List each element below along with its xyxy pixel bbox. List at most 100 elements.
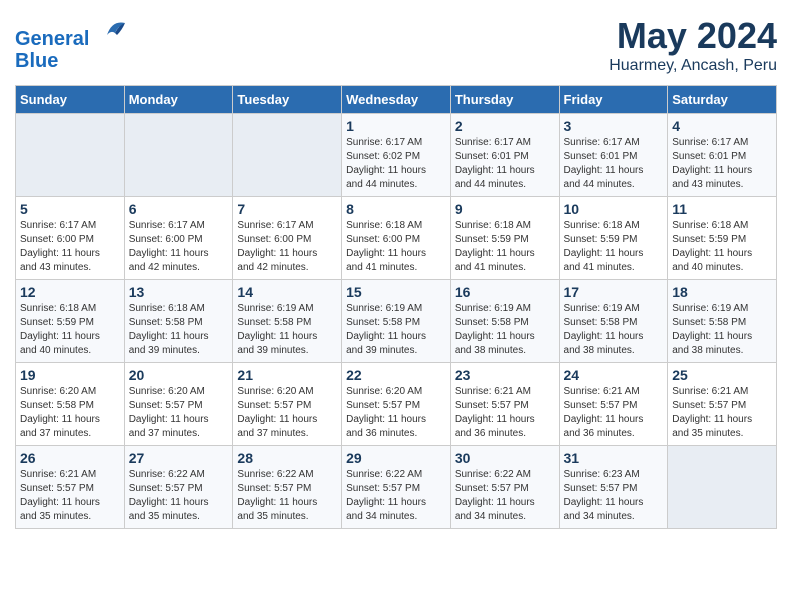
calendar-cell: 18Sunrise: 6:19 AM Sunset: 5:58 PM Dayli… (668, 280, 777, 363)
logo-line1: General (15, 28, 89, 50)
day-number: 9 (455, 201, 555, 217)
calendar-cell: 7Sunrise: 6:17 AM Sunset: 6:00 PM Daylig… (233, 197, 342, 280)
calendar-cell (668, 446, 777, 529)
logo-text: General (15, 15, 127, 50)
calendar-cell: 16 Sunrise: 6:19 AM Sunset: 5:58 PM Dayli… (450, 280, 559, 363)
weekday-header-saturday: Saturday (668, 86, 777, 114)
day-info: Sunrise: 6:17 AM Sunset: 6:00 PM Dayligh… (20, 219, 120, 275)
day-number: 24 (564, 367, 664, 383)
calendar-cell: 3 Sunrise: 6:17 AM Sunset: 6:01 PM Daylig… (559, 114, 668, 197)
day-info: Sunrise: 6:17 AM Sunset: 6:01 PM Dayligh… (455, 136, 555, 192)
calendar-week-5: 26Sunrise: 6:21 AM Sunset: 5:57 PM Dayli… (16, 446, 777, 529)
calendar-cell: 31 Sunrise: 6:23 AM Sunset: 5:57 PM Dayli… (559, 446, 668, 529)
day-info: Sunrise: 6:21 AM Sunset: 5:57 PM Dayligh… (564, 385, 664, 441)
day-number: 8 (346, 201, 446, 217)
calendar-cell: 21Sunrise: 6:20 AM Sunset: 5:57 PM Dayli… (233, 363, 342, 446)
calendar-cell: 8 Sunrise: 6:18 AM Sunset: 6:00 PM Daylig… (342, 197, 451, 280)
day-info: Sunrise: 6:21 AM Sunset: 5:57 PM Dayligh… (455, 385, 555, 441)
day-info: Sunrise: 6:22 AM Sunset: 5:57 PM Dayligh… (346, 468, 446, 524)
weekday-header-monday: Monday (124, 86, 233, 114)
calendar-week-1: 1Sunrise: 6:17 AM Sunset: 6:02 PM Daylig… (16, 114, 777, 197)
calendar-cell: 26Sunrise: 6:21 AM Sunset: 5:57 PM Dayli… (16, 446, 125, 529)
calendar-cell: 6Sunrise: 6:17 AM Sunset: 6:00 PM Daylig… (124, 197, 233, 280)
calendar-cell: 9Sunrise: 6:18 AM Sunset: 5:59 PM Daylig… (450, 197, 559, 280)
day-info: Sunrise: 6:17 AM Sunset: 6:01 PM Dayligh… (672, 136, 772, 192)
weekday-header-thursday: Thursday (450, 86, 559, 114)
calendar-cell: 19 Sunrise: 6:20 AM Sunset: 5:58 PM Dayli… (16, 363, 125, 446)
calendar-cell: 17 Sunrise: 6:19 AM Sunset: 5:58 PM Dayli… (559, 280, 668, 363)
day-info: Sunrise: 6:20 AM Sunset: 5:57 PM Dayligh… (129, 385, 229, 441)
day-info: Sunrise: 6:22 AM Sunset: 5:57 PM Dayligh… (237, 468, 337, 524)
day-info: Sunrise: 6:17 AM Sunset: 6:00 PM Dayligh… (237, 219, 337, 275)
day-number: 3 (564, 118, 664, 134)
day-info: Sunrise: 6:19 AM Sunset: 5:58 PM Dayligh… (564, 302, 664, 358)
day-info: Sunrise: 6:17 AM Sunset: 6:01 PM Dayligh… (564, 136, 664, 192)
day-info: Sunrise: 6:19 AM Sunset: 5:58 PM Dayligh… (346, 302, 446, 358)
calendar-cell: 2 Sunrise: 6:17 AM Sunset: 6:01 PM Daylig… (450, 114, 559, 197)
day-number: 15 (346, 284, 446, 300)
day-info: Sunrise: 6:20 AM Sunset: 5:58 PM Dayligh… (20, 385, 120, 441)
day-info: Sunrise: 6:23 AM Sunset: 5:57 PM Dayligh… (564, 468, 664, 524)
calendar-cell: 30 Sunrise: 6:22 AM Sunset: 5:57 PM Dayli… (450, 446, 559, 529)
calendar-week-3: 12 Sunrise: 6:18 AM Sunset: 5:59 PM Dayli… (16, 280, 777, 363)
day-number: 21 (237, 367, 337, 383)
calendar-cell: 29 Sunrise: 6:22 AM Sunset: 5:57 PM Dayli… (342, 446, 451, 529)
day-info: Sunrise: 6:18 AM Sunset: 5:59 PM Dayligh… (20, 302, 120, 358)
day-number: 20 (129, 367, 229, 383)
calendar-cell: 13Sunrise: 6:18 AM Sunset: 5:58 PM Dayli… (124, 280, 233, 363)
calendar-cell: 24 Sunrise: 6:21 AM Sunset: 5:57 PM Dayli… (559, 363, 668, 446)
day-number: 18 (672, 284, 772, 300)
day-number: 19 (20, 367, 120, 383)
day-number: 28 (237, 450, 337, 466)
calendar-cell: 20 Sunrise: 6:20 AM Sunset: 5:57 PM Dayli… (124, 363, 233, 446)
calendar-cell: 27 Sunrise: 6:22 AM Sunset: 5:57 PM Dayli… (124, 446, 233, 529)
day-number: 31 (564, 450, 664, 466)
day-info: Sunrise: 6:18 AM Sunset: 6:00 PM Dayligh… (346, 219, 446, 275)
day-info: Sunrise: 6:20 AM Sunset: 5:57 PM Dayligh… (346, 385, 446, 441)
weekday-header-sunday: Sunday (16, 86, 125, 114)
day-number: 23 (455, 367, 555, 383)
day-info: Sunrise: 6:18 AM Sunset: 5:59 PM Dayligh… (564, 219, 664, 275)
page-header: General Blue May 2024 Huarmey, Ancash, P… (15, 15, 777, 75)
day-info: Sunrise: 6:21 AM Sunset: 5:57 PM Dayligh… (20, 468, 120, 524)
calendar-cell: 28 Sunrise: 6:22 AM Sunset: 5:57 PM Dayli… (233, 446, 342, 529)
day-info: Sunrise: 6:18 AM Sunset: 5:59 PM Dayligh… (672, 219, 772, 275)
calendar-cell: 4Sunrise: 6:17 AM Sunset: 6:01 PM Daylig… (668, 114, 777, 197)
calendar-cell (124, 114, 233, 197)
subtitle: Huarmey, Ancash, Peru (609, 57, 777, 75)
day-number: 12 (20, 284, 120, 300)
title-block: May 2024 Huarmey, Ancash, Peru (609, 15, 777, 75)
day-info: Sunrise: 6:19 AM Sunset: 5:58 PM Dayligh… (237, 302, 337, 358)
day-number: 2 (455, 118, 555, 134)
day-number: 30 (455, 450, 555, 466)
calendar-week-2: 5 Sunrise: 6:17 AM Sunset: 6:00 PM Daylig… (16, 197, 777, 280)
logo-bird-icon (97, 15, 127, 45)
logo-line2: Blue (15, 50, 127, 72)
calendar-cell (233, 114, 342, 197)
calendar-cell: 15 Sunrise: 6:19 AM Sunset: 5:58 PM Dayli… (342, 280, 451, 363)
calendar-table: SundayMondayTuesdayWednesdayThursdayFrid… (15, 85, 777, 529)
calendar-cell: 23 Sunrise: 6:21 AM Sunset: 5:57 PM Dayli… (450, 363, 559, 446)
calendar-body: 1Sunrise: 6:17 AM Sunset: 6:02 PM Daylig… (16, 114, 777, 529)
day-number: 16 (455, 284, 555, 300)
main-title: May 2024 (609, 15, 777, 57)
day-number: 1 (346, 118, 446, 134)
day-number: 5 (20, 201, 120, 217)
calendar-cell: 14 Sunrise: 6:19 AM Sunset: 5:58 PM Dayli… (233, 280, 342, 363)
calendar-cell: 11Sunrise: 6:18 AM Sunset: 5:59 PM Dayli… (668, 197, 777, 280)
day-info: Sunrise: 6:22 AM Sunset: 5:57 PM Dayligh… (129, 468, 229, 524)
day-number: 14 (237, 284, 337, 300)
day-number: 27 (129, 450, 229, 466)
calendar-cell: 5 Sunrise: 6:17 AM Sunset: 6:00 PM Daylig… (16, 197, 125, 280)
day-number: 6 (129, 201, 229, 217)
calendar-cell: 22Sunrise: 6:20 AM Sunset: 5:57 PM Dayli… (342, 363, 451, 446)
day-info: Sunrise: 6:18 AM Sunset: 5:58 PM Dayligh… (129, 302, 229, 358)
day-number: 17 (564, 284, 664, 300)
day-number: 29 (346, 450, 446, 466)
day-number: 10 (564, 201, 664, 217)
weekday-header-friday: Friday (559, 86, 668, 114)
calendar-cell: 10 Sunrise: 6:18 AM Sunset: 5:59 PM Dayli… (559, 197, 668, 280)
day-info: Sunrise: 6:19 AM Sunset: 5:58 PM Dayligh… (455, 302, 555, 358)
day-info: Sunrise: 6:22 AM Sunset: 5:57 PM Dayligh… (455, 468, 555, 524)
weekday-header-tuesday: Tuesday (233, 86, 342, 114)
